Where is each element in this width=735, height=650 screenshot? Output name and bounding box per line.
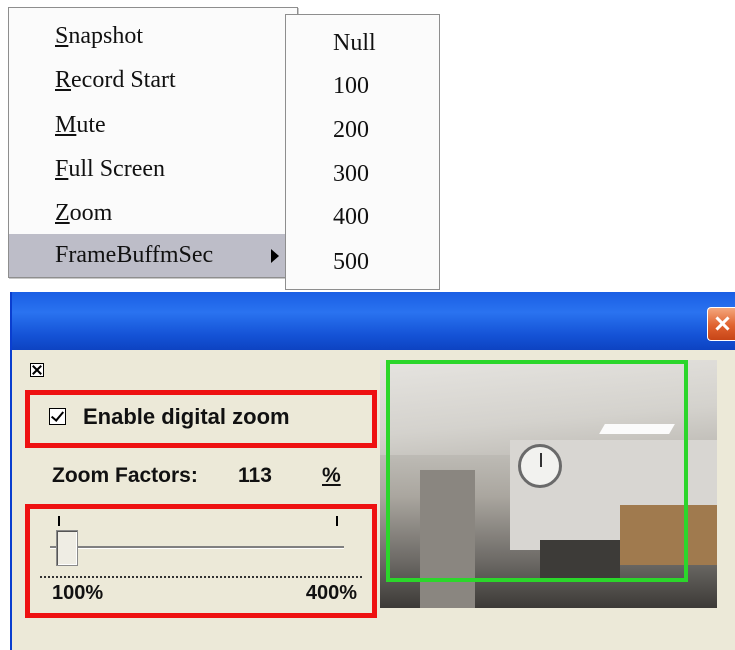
slider-focus-outline — [40, 576, 362, 578]
zoom-slider-track[interactable] — [50, 546, 344, 549]
title-bar[interactable] — [12, 292, 735, 350]
slider-tick-max — [336, 516, 338, 526]
submenu-item-200[interactable]: 200 — [333, 116, 369, 144]
zoom-region-box[interactable] — [386, 360, 688, 582]
slider-tick-min — [58, 516, 60, 526]
menu-item-zoom[interactable]: Zoom — [55, 199, 112, 227]
submenu-item-300[interactable]: 300 — [333, 160, 369, 188]
menu-item-snapshot[interactable]: Snapshot — [55, 22, 143, 50]
framebuffer-submenu: Null 100 200 300 400 500 — [285, 14, 440, 290]
slider-min-label: 100% — [52, 582, 104, 604]
enable-digital-zoom-checkbox[interactable] — [49, 408, 66, 425]
submenu-item-100[interactable]: 100 — [333, 72, 369, 100]
submenu-item-400[interactable]: 400 — [333, 203, 369, 231]
slider-max-label: 400% — [305, 582, 357, 604]
menu-item-mute[interactable]: Mute — [55, 111, 106, 139]
menu-item-record-start[interactable]: Record Start — [55, 66, 176, 94]
context-menu: Snapshot Record Start Mute Full Screen Z… — [8, 7, 298, 278]
close-icon[interactable] — [707, 307, 735, 341]
panel-close-icon[interactable] — [30, 363, 44, 377]
zoom-factor-value: 113 — [238, 464, 272, 487]
enable-digital-zoom-label: Enable digital zoom — [83, 404, 290, 429]
submenu-item-null[interactable]: Null — [333, 29, 376, 57]
submenu-item-500[interactable]: 500 — [333, 248, 369, 276]
zoom-factor-unit: % — [322, 464, 341, 487]
submenu-arrow-icon — [271, 249, 279, 263]
menu-item-full-screen[interactable]: Full Screen — [55, 155, 165, 183]
zoom-slider-thumb[interactable] — [56, 530, 78, 566]
zoom-factors-label: Zoom Factors: — [52, 464, 198, 487]
digital-zoom-dialog: Enable digital zoom Zoom Factors: 113 % … — [10, 292, 735, 650]
menu-item-framebuffmsec[interactable]: FrameBuffmSec — [9, 234, 297, 277]
